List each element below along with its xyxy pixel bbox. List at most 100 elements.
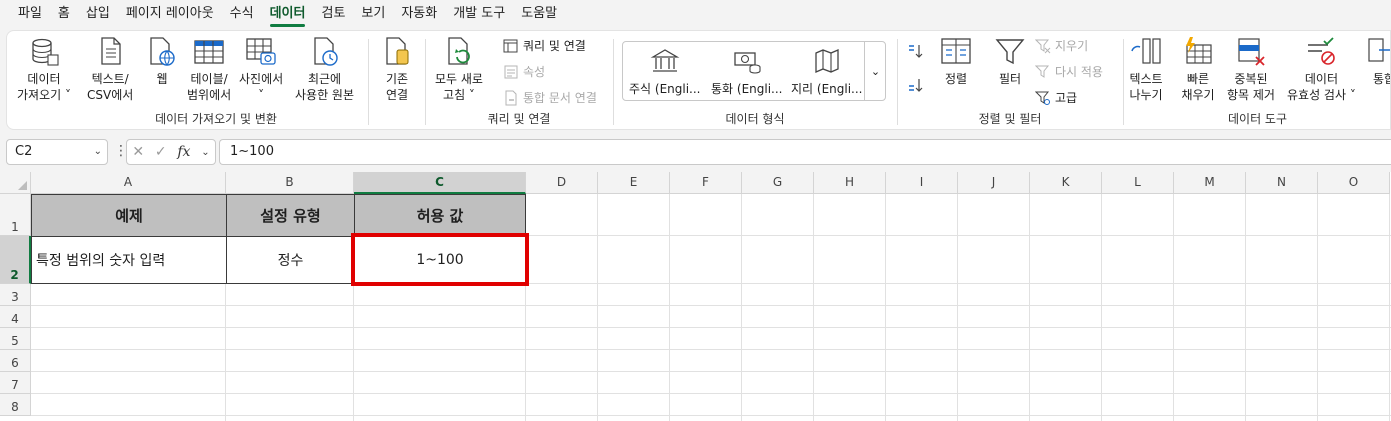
tab-7[interactable]: 보기: [353, 0, 393, 28]
data-validation-label-2: 유효성 검사 ˅: [1287, 88, 1356, 102]
recent-sources-icon: [313, 37, 338, 66]
tab-9[interactable]: 개발 도구: [445, 0, 513, 28]
table-range-button[interactable]: 테이블/ 범위에서: [187, 35, 231, 103]
row-header-2[interactable]: 2: [0, 236, 31, 284]
tab-0[interactable]: 파일: [10, 0, 50, 28]
edit-links-button[interactable]: 통합 문서 연결: [503, 89, 597, 106]
data-validation-button[interactable]: 데이터 유효성 검사 ˅: [1287, 35, 1356, 103]
clear-filter-button[interactable]: 지우기: [1035, 37, 1088, 54]
gridline: [31, 327, 1391, 328]
column-header-o[interactable]: O: [1318, 172, 1390, 194]
column-header-g[interactable]: G: [742, 172, 814, 194]
tab-2[interactable]: 삽입: [78, 0, 118, 28]
flash-fill-icon: [1186, 37, 1212, 64]
gridline: [31, 393, 1391, 394]
row-number: 3: [11, 290, 19, 304]
database-icon: [32, 38, 59, 66]
row-header-3[interactable]: 3: [0, 284, 31, 306]
gridline: [885, 194, 886, 421]
gridline: [741, 194, 742, 421]
cell-b2[interactable]: 정수: [226, 236, 355, 284]
text-to-columns-button[interactable]: 텍스트 나누기: [1129, 35, 1163, 103]
recent-sources-label: 최근에: [307, 72, 342, 86]
tab-1[interactable]: 홈: [50, 0, 78, 28]
enter-icon[interactable]: ✓: [155, 144, 167, 160]
web-button[interactable]: 웹: [145, 35, 179, 87]
row-header-6[interactable]: 6: [0, 350, 31, 372]
row-number: 1: [11, 220, 19, 234]
properties-button[interactable]: 속성: [503, 63, 545, 80]
column-header-h[interactable]: H: [814, 172, 886, 194]
advanced-filter-button[interactable]: 고급: [1035, 89, 1077, 106]
row-number: 7: [11, 378, 19, 392]
properties-icon: [504, 65, 518, 78]
reapply-filter-button[interactable]: 다시 적용: [1035, 63, 1103, 80]
row-number: 5: [11, 334, 19, 348]
ribbon: 데이터 가져오기 ˅ 텍스트/ CSV에서 웹 테이블/ 범위에서 사진에서 ˅: [6, 30, 1391, 130]
cell-b1[interactable]: 설정 유형: [226, 194, 355, 237]
formula-input[interactable]: 1~100: [219, 139, 1391, 165]
group-data-types: 데이터 형식: [613, 31, 897, 129]
tab-5[interactable]: 데이터: [262, 0, 314, 28]
row-number: 8: [11, 400, 19, 414]
row-header-1[interactable]: 1: [0, 194, 31, 236]
column-header-j[interactable]: J: [958, 172, 1030, 194]
tab-8[interactable]: 자동화: [393, 0, 445, 28]
column-header-d[interactable]: D: [526, 172, 598, 194]
remove-duplicates-icon: [1238, 38, 1265, 66]
sort-ascending-icon: [909, 45, 923, 58]
column-header-c[interactable]: C: [354, 172, 526, 194]
column-header-f[interactable]: F: [670, 172, 742, 194]
properties-label: 속성: [523, 65, 546, 79]
column-header-m[interactable]: M: [1174, 172, 1246, 194]
table-icon: [194, 40, 224, 64]
existing-connections-button[interactable]: 기존 연결: [380, 35, 414, 103]
remove-duplicates-label: 중복된: [1234, 72, 1268, 86]
column-header-k[interactable]: K: [1030, 172, 1102, 194]
filter-button[interactable]: 필터: [993, 35, 1027, 87]
get-data-label: 데이터: [27, 72, 61, 86]
column-header-l[interactable]: L: [1102, 172, 1174, 194]
column-header-a[interactable]: A: [31, 172, 226, 194]
tab-4[interactable]: 수식: [222, 0, 262, 28]
refresh-all-button[interactable]: 모두 새로 고침 ˅: [435, 35, 483, 103]
flash-fill-button[interactable]: 빠른 채우기: [1181, 35, 1215, 103]
cell-a2[interactable]: 특정 범위의 숫자 입력: [31, 236, 227, 284]
tab-6[interactable]: 검토: [313, 0, 353, 28]
tab-3[interactable]: 페이지 레이아웃: [118, 0, 222, 28]
consolidate-button[interactable]: 통합: [1367, 35, 1390, 87]
tab-10[interactable]: 도움말: [513, 0, 565, 28]
row-header-4[interactable]: 4: [0, 306, 31, 328]
chevron-down-icon[interactable]: ⌄: [201, 147, 209, 158]
cancel-icon[interactable]: ✕: [132, 144, 144, 160]
group-data-tools: 텍스트 나누기 빠른 채우기 중복된 항목 제거 데이터 유효성 검사 ˅ 통합: [1123, 31, 1390, 129]
column-header-i[interactable]: I: [886, 172, 958, 194]
queries-connections-button[interactable]: 쿼리 및 연결: [503, 37, 586, 54]
existing-connections-label-2: 연결: [385, 88, 409, 102]
column-header-b[interactable]: B: [226, 172, 354, 194]
formula-bar: C2 ⌄ ⋮ ✕ ✓ fx ⌄ 1~100: [0, 138, 1391, 166]
from-picture-button[interactable]: 사진에서 ˅: [239, 35, 283, 103]
column-header-n[interactable]: N: [1246, 172, 1318, 194]
gridline: [1317, 194, 1318, 421]
remove-duplicates-button[interactable]: 중복된 항목 제거: [1227, 35, 1275, 103]
advanced-filter-label: 고급: [1055, 91, 1078, 105]
name-box[interactable]: C2 ⌄: [6, 139, 108, 165]
gridline: [31, 349, 1391, 350]
row-header-5[interactable]: 5: [0, 328, 31, 350]
sort-button[interactable]: 정렬: [939, 35, 973, 87]
sort-ascending-button[interactable]: [907, 43, 923, 59]
sort-label: 정렬: [944, 72, 968, 86]
cell-c1[interactable]: 허용 값: [354, 194, 526, 237]
sort-descending-button[interactable]: [907, 77, 923, 93]
select-all-button[interactable]: [0, 172, 31, 194]
chevron-down-icon[interactable]: ⌄: [94, 140, 102, 164]
column-header-e[interactable]: E: [598, 172, 670, 194]
row-header-8[interactable]: 8: [0, 394, 31, 416]
get-data-button[interactable]: 데이터 가져오기 ˅: [17, 35, 71, 103]
cell-a1[interactable]: 예제: [31, 194, 227, 237]
insert-function-icon[interactable]: fx: [177, 144, 190, 160]
text-csv-button[interactable]: 텍스트/ CSV에서: [87, 35, 133, 103]
recent-sources-button[interactable]: 최근에 사용한 원본: [295, 35, 354, 103]
row-header-7[interactable]: 7: [0, 372, 31, 394]
